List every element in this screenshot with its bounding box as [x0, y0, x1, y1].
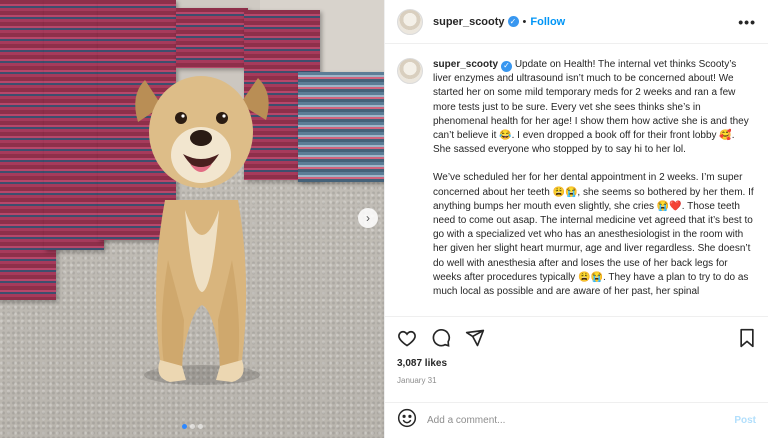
comment-input[interactable]	[427, 415, 735, 426]
caption-paragraph-1: Update on Health! The internal vet think…	[433, 59, 749, 156]
bookmark-icon[interactable]	[738, 328, 756, 348]
share-icon[interactable]	[465, 328, 485, 348]
likes-count[interactable]: 3,087 likes	[385, 358, 768, 374]
caption-username[interactable]: super_scooty	[433, 59, 498, 70]
emoji-icon[interactable]	[397, 408, 417, 433]
carousel-dot[interactable]	[190, 424, 195, 429]
carousel-dot[interactable]	[198, 424, 203, 429]
caption-area: super_scooty ✓ Update on Health! The inte…	[385, 44, 768, 316]
instagram-post: › super_scooty ✓ • Follow ••• super_scoo…	[0, 0, 768, 438]
heart-icon[interactable]	[397, 328, 417, 348]
post-header: super_scooty ✓ • Follow •••	[385, 0, 768, 44]
caption-paragraph-2: We’ve scheduled her for her dental appoi…	[433, 172, 754, 298]
book-stack	[176, 8, 248, 68]
carousel-dots	[182, 424, 203, 429]
action-bar	[385, 316, 768, 358]
carousel-dot[interactable]	[182, 424, 187, 429]
carousel-next-button[interactable]: ›	[358, 208, 378, 228]
chevron-right-icon: ›	[366, 211, 370, 225]
more-options-icon[interactable]: •••	[738, 14, 756, 30]
post-photo[interactable]: ›	[0, 0, 384, 438]
comment-bar: Post	[385, 402, 768, 438]
dog-illustration	[135, 76, 269, 385]
post-side-panel: super_scooty ✓ • Follow ••• super_scooty…	[384, 0, 768, 438]
post-comment-button[interactable]: Post	[734, 415, 756, 426]
avatar[interactable]	[397, 8, 423, 35]
book-stack	[298, 72, 384, 182]
header-username[interactable]: super_scooty	[433, 16, 505, 28]
book-stack	[44, 0, 104, 250]
caption-avatar[interactable]	[397, 58, 423, 84]
caption-text: super_scooty ✓ Update on Health! The inte…	[433, 58, 754, 316]
post-date: January 31	[397, 376, 437, 385]
separator-dot: •	[522, 15, 527, 28]
follow-button[interactable]: Follow	[530, 16, 565, 28]
verified-icon: ✓	[507, 16, 519, 27]
verified-icon: ✓	[501, 60, 513, 72]
comment-icon[interactable]	[431, 328, 451, 348]
